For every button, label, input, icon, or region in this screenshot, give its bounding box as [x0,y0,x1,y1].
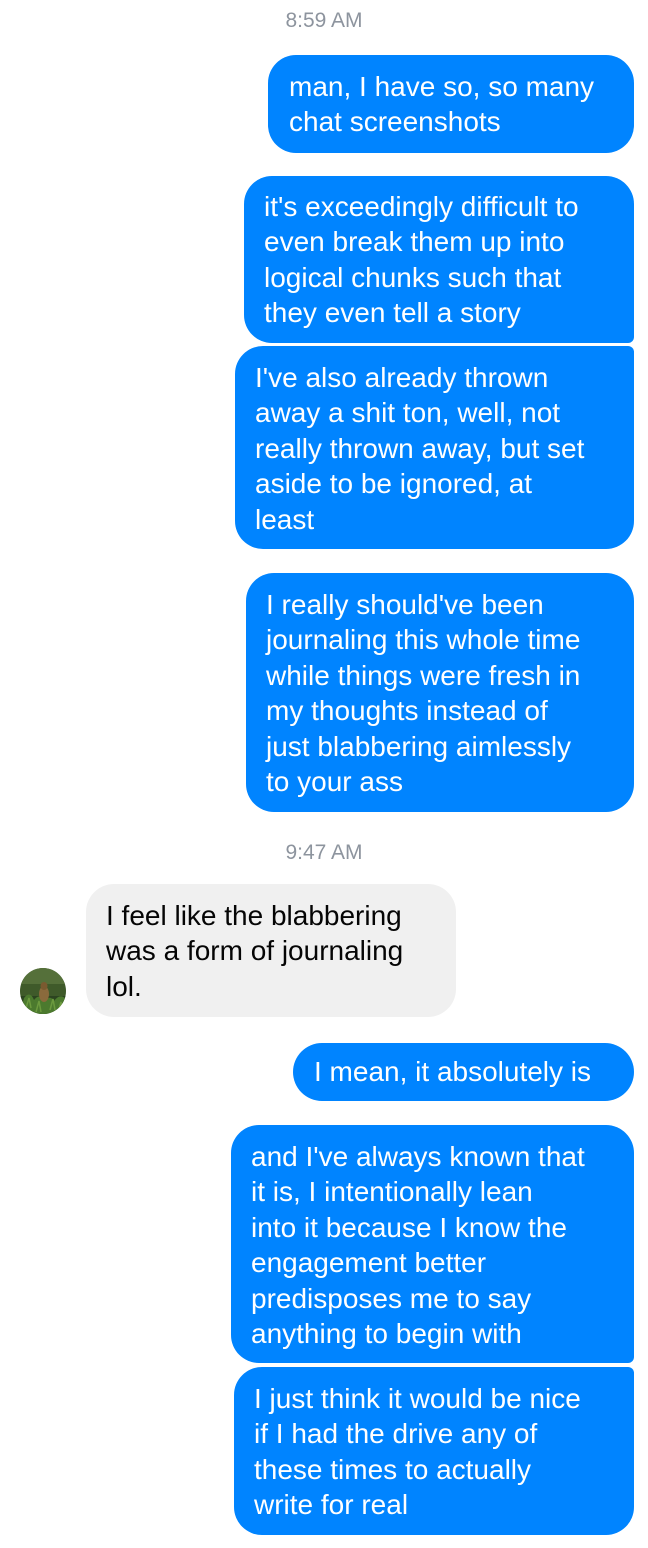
message-line: predisposes me to say [251,1282,532,1314]
message-bubble-sent-2[interactable]: it's exceedingly difficult to even break… [244,176,634,343]
message-line: logical chunks such that [264,261,562,293]
message-line: it is, I intentionally lean [251,1176,533,1208]
message-line: I've also already thrown [255,362,549,393]
message-line: I really should've been [266,589,544,620]
message-line: engagement better [251,1247,487,1279]
message-line: journaling this whole time [266,624,581,656]
message-line: anything to begin with [251,1318,522,1350]
message-line: these times to actually [254,1453,532,1485]
message-line: it's exceedingly difficult to [264,191,579,222]
message-line: into it because I know the [251,1211,567,1243]
message-line: really thrown away, but set [255,432,585,464]
message-line: chat screenshots [289,106,501,138]
message-line: I feel like the blabbering [106,900,402,931]
message-line: lol. [106,970,142,1002]
message-line: if I had the drive any of [254,1418,538,1450]
message-line: aside to be ignored, at [255,468,533,500]
message-line: just blabbering aimlessly [266,730,572,762]
timestamp-2: 9:47 AM [285,841,363,864]
message-bubble-received-1[interactable]: I feel like the blabbering was a form of… [86,884,456,1017]
message-line: was a form of journaling [106,935,404,967]
message-bubble-sent-7[interactable]: I just think it would be nice if I had t… [234,1367,634,1535]
contact-avatar-photo-icon [20,968,66,1014]
message-line: while things were fresh in [266,659,581,691]
message-bubble-sent-3[interactable]: I've also already thrown away a shit ton… [235,346,634,549]
message-bubble-sent-6[interactable]: and I've always known that it is, I inte… [231,1125,634,1363]
message-bubble-sent-1[interactable]: man, I have so, so many chat screenshots [268,55,634,153]
message-line: my thoughts instead of [266,695,548,727]
message-line: write for real [254,1489,409,1521]
message-line: least [255,503,315,535]
message-line: even break them up into [264,226,565,258]
message-line: man, I have so, so many [289,71,595,102]
timestamp-1: 8:59 AM [285,9,363,32]
contact-avatar[interactable] [20,968,66,1014]
message-line: away a shit ton, well, not [255,397,561,429]
message-line: I mean, it absolutely is [314,1056,592,1087]
message-line: they even tell a story [264,297,521,329]
message-line: I just think it would be nice [254,1383,581,1414]
message-bubble-sent-5[interactable]: I mean, it absolutely is [293,1043,634,1101]
message-bubble-sent-4[interactable]: I really should've been journaling this … [246,573,634,812]
message-line: and I've always known that [251,1141,585,1172]
message-line: to your ass [266,766,403,798]
